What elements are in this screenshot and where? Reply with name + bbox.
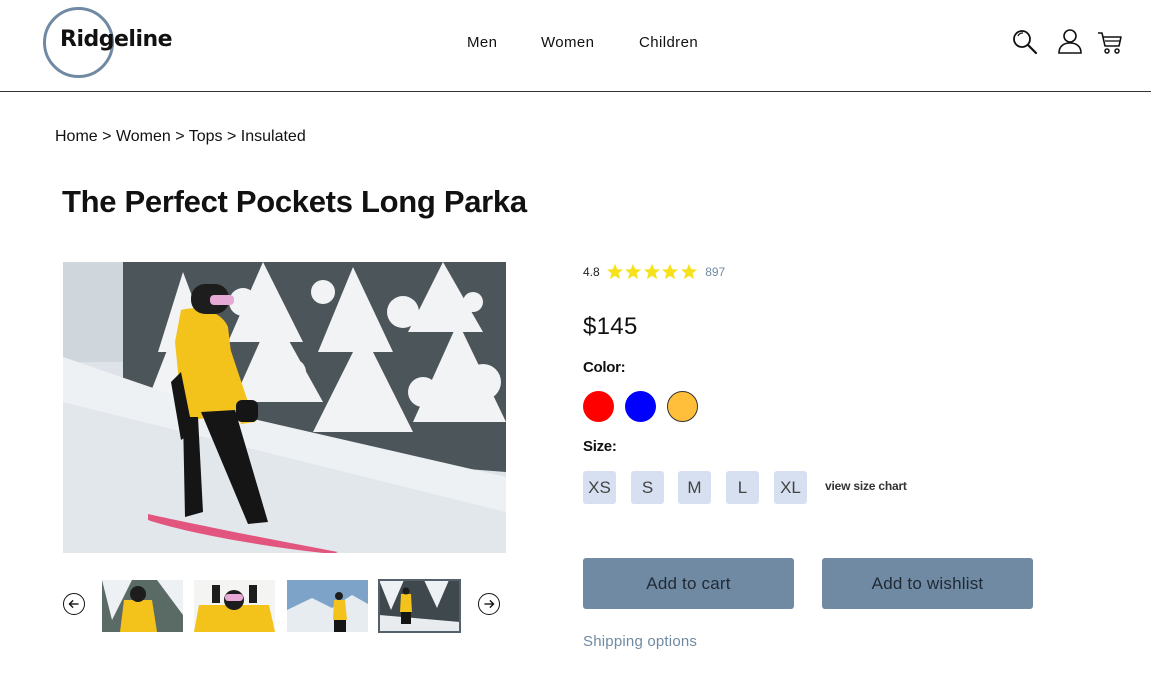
account-icon[interactable] xyxy=(1057,28,1083,56)
color-label: Color: xyxy=(583,359,626,376)
star-icon xyxy=(625,263,642,280)
brand-logo[interactable]: Ridgeline xyxy=(60,27,173,52)
nav-item-women[interactable]: Women xyxy=(541,34,594,51)
thumb-parka-snowboard[interactable] xyxy=(378,579,461,633)
review-count-link[interactable]: 897 xyxy=(705,265,725,279)
carousel-prev-button[interactable] xyxy=(63,593,85,615)
product-rating: 4.8 897 xyxy=(583,263,725,280)
breadcrumb: Home > Women > Tops > Insulated xyxy=(55,128,306,146)
color-swatch-blue[interactable] xyxy=(625,391,656,422)
breadcrumb-insulated: Insulated xyxy=(240,128,306,145)
color-swatch-red[interactable] xyxy=(583,391,614,422)
size-option-m[interactable]: M xyxy=(678,471,711,504)
size-chart-link[interactable]: view size chart xyxy=(825,479,907,493)
rating-stars xyxy=(606,263,699,280)
size-option-xl[interactable]: XL xyxy=(774,471,807,504)
carousel-next-button[interactable] xyxy=(478,593,500,615)
size-label: Size: xyxy=(583,438,617,455)
breadcrumb-separator: > xyxy=(226,128,237,145)
star-icon xyxy=(643,263,660,280)
product-price: $145 xyxy=(583,313,638,340)
site-header: Ridgeline Men Women Children xyxy=(0,0,1151,92)
size-option-xs[interactable]: XS xyxy=(583,471,616,504)
size-option-l[interactable]: L xyxy=(726,471,759,504)
star-icon xyxy=(606,263,623,280)
thumb-parka-goggles[interactable] xyxy=(194,580,275,632)
thumb-parka-snow-trees[interactable] xyxy=(102,580,183,632)
breadcrumb-home[interactable]: Home xyxy=(55,128,98,145)
size-option-s[interactable]: S xyxy=(631,471,664,504)
main-product-image xyxy=(63,262,506,553)
shipping-options-link[interactable]: Shipping options xyxy=(583,633,697,650)
breadcrumb-women[interactable]: Women xyxy=(116,128,171,145)
rating-value: 4.8 xyxy=(583,264,600,279)
color-swatch-yellow[interactable] xyxy=(667,391,698,422)
breadcrumb-separator: > xyxy=(175,128,185,145)
search-icon[interactable] xyxy=(1012,28,1038,56)
thumb-parka-mountain-view[interactable] xyxy=(287,580,368,632)
cart-icon[interactable] xyxy=(1097,28,1123,56)
star-icon xyxy=(662,263,679,280)
nav-item-men[interactable]: Men xyxy=(467,34,497,51)
nav-item-children[interactable]: Children xyxy=(639,34,698,51)
breadcrumb-separator: > xyxy=(102,128,112,145)
add-to-wishlist-button[interactable]: Add to wishlist xyxy=(822,558,1033,609)
breadcrumb-tops[interactable]: Tops xyxy=(189,128,223,145)
page-title: The Perfect Pockets Long Parka xyxy=(62,184,527,219)
star-icon xyxy=(680,263,697,280)
add-to-cart-button[interactable]: Add to cart xyxy=(583,558,794,609)
